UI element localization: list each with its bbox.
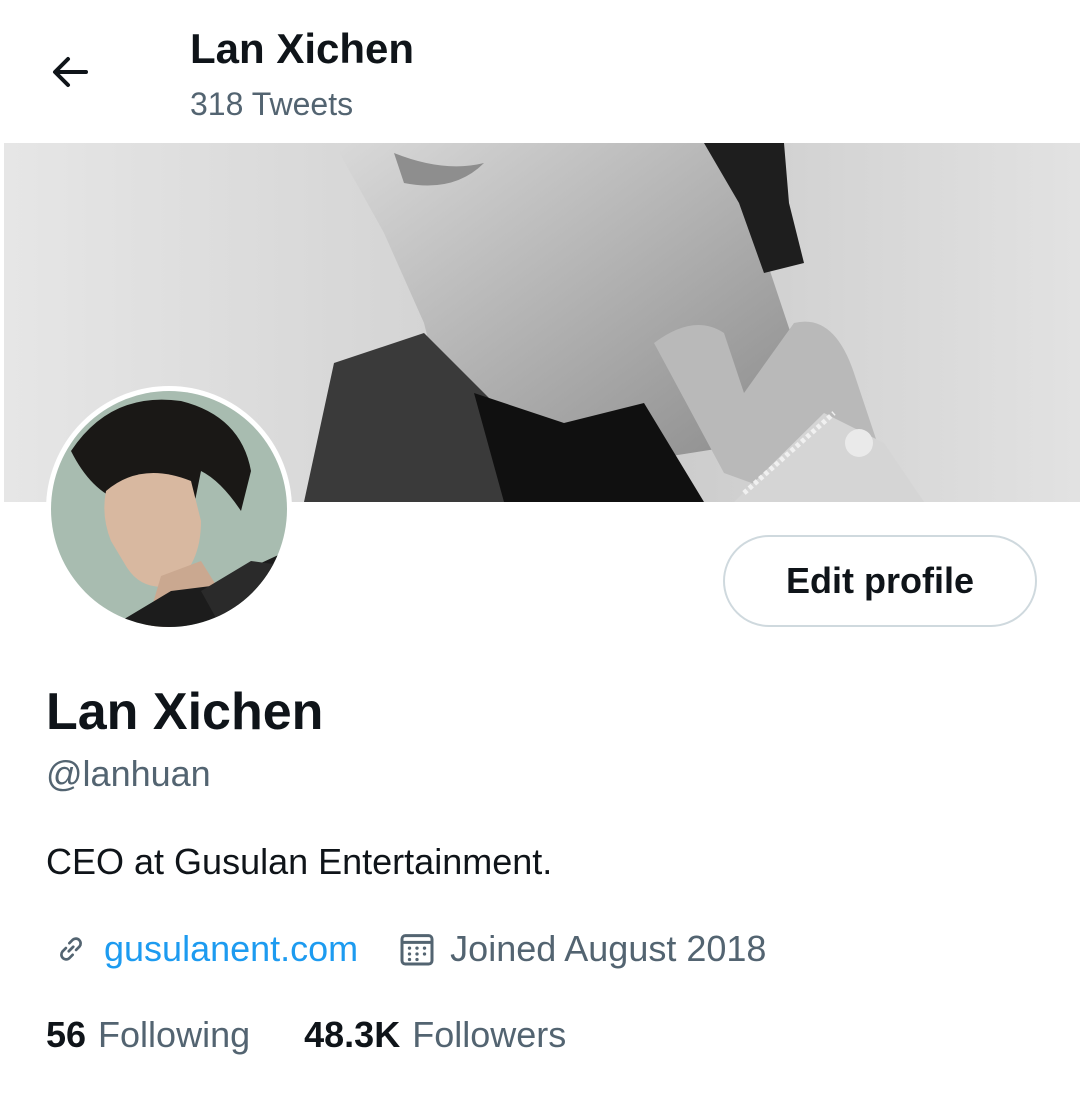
link-icon [46, 924, 96, 974]
followers-count: 48.3K [304, 1014, 401, 1055]
profile-handle: @lanhuan [46, 753, 211, 794]
following-label: Following [98, 1014, 251, 1055]
edit-profile-button[interactable]: Edit profile [723, 535, 1037, 627]
profile-meta-row: gusulanent.com Joined August 2018 [46, 924, 766, 974]
profile-display-name: Lan Xichen [46, 683, 324, 741]
profile-header-bar: Lan Xichen 318 Tweets [0, 0, 1080, 142]
arrow-left-icon [53, 57, 88, 87]
profile-avatar[interactable] [46, 386, 292, 632]
following-stat[interactable]: 56 Following [46, 1010, 250, 1060]
profile-bio: CEO at Gusulan Entertainment. [46, 841, 553, 882]
profile-website-link[interactable]: gusulanent.com [104, 924, 358, 974]
back-button[interactable] [40, 44, 100, 100]
header-tweet-count: 318 Tweets [190, 86, 354, 122]
calendar-icon [392, 924, 442, 974]
profile-stats: 56 Following 48.3K Followers [46, 1010, 566, 1060]
followers-stat[interactable]: 48.3K Followers [304, 1010, 566, 1060]
followers-label: Followers [412, 1014, 567, 1055]
profile-joined-date: Joined August 2018 [450, 928, 767, 969]
following-count: 56 [46, 1014, 87, 1055]
avatar-photo [51, 391, 287, 627]
header-profile-name: Lan Xichen [190, 25, 415, 72]
